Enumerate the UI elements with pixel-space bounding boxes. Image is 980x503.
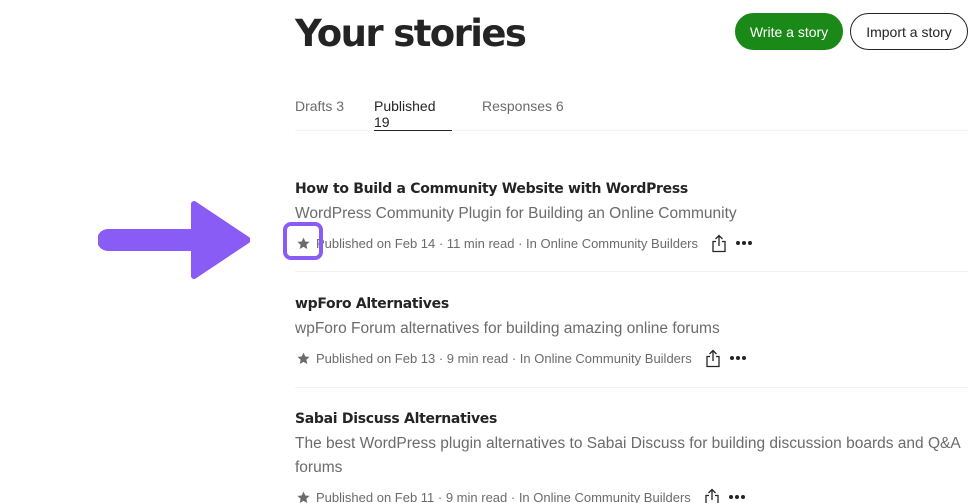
story-subtitle[interactable]: wpForo Forum alternatives for building a… (295, 317, 968, 341)
share-icon[interactable] (703, 486, 721, 503)
story-item: wpForo Alternatives wpForo Forum alterna… (295, 294, 968, 369)
star-icon (295, 235, 311, 251)
story-meta: Published on Feb 13 · 9 min read · In On… (295, 347, 968, 369)
more-options-icon[interactable] (728, 350, 748, 366)
star-icon (295, 489, 311, 503)
story-title[interactable]: wpForo Alternatives (295, 294, 968, 314)
more-options-icon[interactable] (734, 235, 754, 251)
story-meta-text: Published on Feb 11 · 9 min read · In On… (316, 489, 691, 503)
tab-drafts[interactable]: Drafts 3 (295, 98, 344, 131)
story-item: Sabai Discuss Alternatives The best Word… (295, 409, 968, 503)
story-subtitle[interactable]: The best WordPress plugin alternatives t… (295, 432, 968, 480)
story-meta: Published on Feb 14 · 11 min read · In O… (295, 232, 968, 254)
story-tabs: Drafts 3 Published 19 Responses 6 (295, 92, 968, 131)
story-divider (295, 271, 968, 272)
share-icon[interactable] (704, 347, 722, 369)
page-title: Your stories (295, 12, 527, 55)
story-meta-text: Published on Feb 13 · 9 min read · In On… (316, 350, 692, 366)
tab-responses[interactable]: Responses 6 (482, 98, 564, 131)
annotation-arrow-icon (98, 201, 250, 279)
story-meta: Published on Feb 11 · 9 min read · In On… (295, 486, 968, 503)
story-title[interactable]: How to Build a Community Website with Wo… (295, 179, 968, 199)
story-subtitle[interactable]: WordPress Community Plugin for Building … (295, 202, 968, 226)
story-divider (295, 387, 968, 388)
tab-published[interactable]: Published 19 (374, 98, 452, 131)
write-story-button[interactable]: Write a story (735, 13, 843, 50)
story-title[interactable]: Sabai Discuss Alternatives (295, 409, 968, 429)
import-story-button[interactable]: Import a story (850, 13, 968, 50)
more-options-icon[interactable] (727, 489, 747, 503)
story-item: How to Build a Community Website with Wo… (295, 179, 968, 254)
star-icon (295, 350, 311, 366)
story-meta-text: Published on Feb 14 · 11 min read · In O… (316, 235, 699, 251)
share-icon[interactable] (710, 232, 728, 254)
